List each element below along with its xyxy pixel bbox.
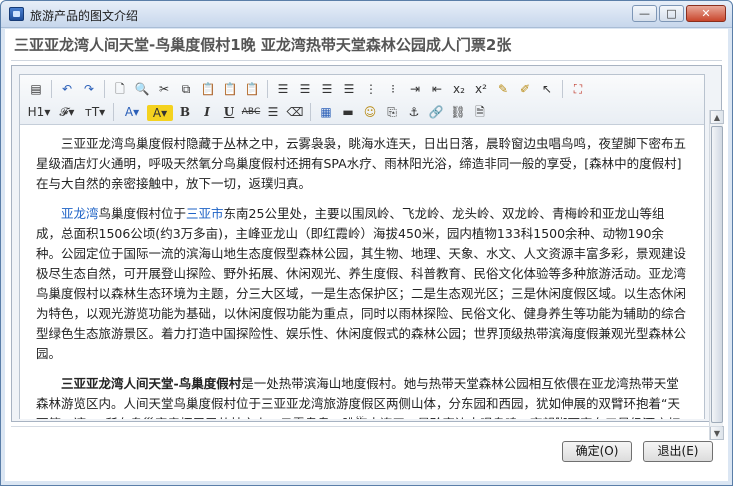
line-height-icon[interactable]: ☰	[263, 102, 283, 122]
ordered-list-icon[interactable]: ⋮	[361, 79, 381, 99]
remove-format-icon[interactable]: ⌫	[285, 102, 305, 122]
editor-toolbar: ▤ ↶ ↷ 🗋 🔍 ✂ ⧉ 📋 📋 📋 ☰ ☰ ☰ ☰ ⋮ ⁝ ⇥ ⇤ x₂ x² ✎ ✐ ↖ ⛶ H1▾ 𝓕▾ тT▾ A▾ A▾ B…	[20, 75, 704, 125]
align-left-icon[interactable]: ☰	[273, 79, 293, 99]
editor-scrollbar[interactable]: ▲ ▼	[709, 110, 724, 440]
anchor-icon[interactable]: ⚓	[404, 102, 424, 122]
paragraph-2-text-b: 东南25公里处，主要以围凤岭、飞龙岭、龙头岭、双龙岭、青梅岭和亚龙山等组成，总面…	[36, 206, 687, 361]
minimize-button[interactable]: —	[632, 5, 657, 22]
paste-icon[interactable]: 📋	[198, 79, 218, 99]
exit-button[interactable]: 退出(E)	[643, 441, 713, 462]
toolbar-separator	[562, 80, 563, 98]
ok-button[interactable]: 确定(O)	[562, 441, 632, 462]
window-controls: — □ ✕	[632, 5, 726, 22]
document-body: 三亚亚龙湾鸟巢度假村隐藏于丛林之中，云雾袅袅，眺海水连天，日出日落，晨聆窗边虫唱…	[36, 134, 686, 419]
paste-text-icon[interactable]: 📋	[220, 79, 240, 99]
new-document-icon[interactable]: 🗋	[110, 79, 130, 99]
dialog-window: 旅游产品的图文介绍 — □ ✕ 三亚亚龙湾人间天堂-鸟巢度假村1晚 亚龙湾热带天…	[0, 0, 733, 486]
title-bar[interactable]: 旅游产品的图文介绍 — □ ✕	[1, 1, 732, 28]
source-icon[interactable]: ▤	[26, 79, 46, 99]
preview-icon[interactable]: 🔍	[132, 79, 152, 99]
toolbar-separator	[267, 80, 268, 98]
toolbar-separator	[310, 103, 311, 121]
maximize-button[interactable]: □	[659, 5, 684, 22]
outdent-icon[interactable]: ⇤	[427, 79, 447, 99]
underline-icon[interactable]: U	[219, 102, 239, 122]
rich-text-editor: ▤ ↶ ↷ 🗋 🔍 ✂ ⧉ 📋 📋 📋 ☰ ☰ ☰ ☰ ⋮ ⁝ ⇥ ⇤ x₂ x² ✎ ✐ ↖ ⛶ H1▾ 𝓕▾ тT▾ A▾ A▾ B…	[19, 74, 705, 421]
horizontal-rule-icon[interactable]: ▬	[338, 102, 358, 122]
dialog-client-area: 三亚亚龙湾人间天堂-鸟巢度假村1晚 亚龙湾热带天堂森林公园成人门票2张 ▤ ↶ ↷ 🗋…	[5, 29, 728, 481]
subscript-icon[interactable]: x₂	[449, 79, 469, 99]
italic-icon[interactable]: I	[197, 102, 217, 122]
format-brush-icon[interactable]: ✐	[515, 79, 535, 99]
scroll-down-icon[interactable]: ▼	[710, 426, 724, 440]
unordered-list-icon[interactable]: ⁝	[383, 79, 403, 99]
minimize-icon: —	[639, 7, 650, 20]
align-right-icon[interactable]: ☰	[317, 79, 337, 99]
rich-text-editor-panel: ▤ ↶ ↷ 🗋 🔍 ✂ ⧉ 📋 📋 📋 ☰ ☰ ☰ ☰ ⋮ ⁝ ⇥ ⇤ x₂ x² ✎ ✐ ↖ ⛶ H1▾ 𝓕▾ тT▾ A▾ A▾ B…	[11, 65, 724, 440]
emoticon-icon[interactable]: ☺	[360, 102, 380, 122]
clear-format-icon[interactable]: ✎	[493, 79, 513, 99]
toolbar-separator	[51, 80, 52, 98]
paste-word-icon[interactable]: 📋	[242, 79, 262, 99]
page-break-icon[interactable]: ⎘	[382, 102, 402, 122]
strikethrough-icon[interactable]: ABC	[241, 102, 261, 122]
paragraph-2: 亚龙湾鸟巢度假村位于三亚市东南25公里处，主要以围凤岭、飞龙岭、龙头岭、双龙岭、…	[36, 204, 686, 364]
paragraph-3-bold: 三亚亚龙湾人间天堂-鸟巢度假村	[61, 376, 242, 391]
link-yalongwan[interactable]: 亚龙湾	[61, 206, 99, 221]
app-icon	[9, 7, 24, 21]
toolbar-separator	[113, 103, 114, 121]
footer-divider	[11, 426, 722, 427]
cut-icon[interactable]: ✂	[154, 79, 174, 99]
table-icon[interactable]: ▦	[316, 102, 336, 122]
redo-icon[interactable]: ↷	[79, 79, 99, 99]
close-button[interactable]: ✕	[686, 5, 726, 22]
link-icon[interactable]: 🔗	[426, 102, 446, 122]
close-icon: ✕	[701, 7, 711, 20]
toolbar-row-1: ▤ ↶ ↷ 🗋 🔍 ✂ ⧉ 📋 📋 📋 ☰ ☰ ☰ ☰ ⋮ ⁝ ⇥ ⇤ x₂ x² ✎ ✐ ↖ ⛶	[26, 78, 588, 100]
undo-icon[interactable]: ↶	[57, 79, 77, 99]
font-family-dropdown[interactable]: 𝓕▾	[54, 102, 80, 122]
paragraph-1: 三亚亚龙湾鸟巢度假村隐藏于丛林之中，云雾袅袅，眺海水连天，日出日落，晨聆窗边虫唱…	[36, 136, 687, 191]
toolbar-row-2: H1▾ 𝓕▾ тT▾ A▾ A▾ B I U ABC ☰ ⌫ ▦ ▬ ☺ ⎘ ⚓ 🔗 ⛓ 🗎	[26, 101, 490, 123]
paragraph-2-text-a: 鸟巢度假村位于	[98, 206, 187, 221]
editor-content-area[interactable]: 三亚亚龙湾鸟巢度假村隐藏于丛林之中，云雾袅袅，眺海水连天，日出日落，晨聆窗边虫唱…	[20, 126, 704, 419]
scrollbar-thumb[interactable]	[711, 126, 723, 423]
heading-dropdown[interactable]: H1▾	[26, 102, 52, 122]
highlight-color-icon[interactable]: A▾	[147, 104, 173, 121]
bold-icon[interactable]: B	[175, 102, 195, 122]
align-justify-icon[interactable]: ☰	[339, 79, 359, 99]
editor-resize-grip[interactable]: ⋯	[352, 413, 368, 421]
maximize-icon: □	[666, 7, 677, 20]
indent-icon[interactable]: ⇥	[405, 79, 425, 99]
unlink-icon[interactable]: ⛓	[448, 102, 468, 122]
select-all-icon[interactable]: ↖	[537, 79, 557, 99]
copy-icon[interactable]: ⧉	[176, 79, 196, 99]
superscript-icon[interactable]: x²	[471, 79, 491, 99]
file-icon[interactable]: 🗎	[470, 102, 490, 122]
fullscreen-icon[interactable]: ⛶	[568, 79, 588, 99]
window-title: 旅游产品的图文介绍	[30, 9, 139, 23]
product-title: 三亚亚龙湾人间天堂-鸟巢度假村1晚 亚龙湾热带天堂森林公园成人门票2张	[14, 36, 512, 54]
scroll-up-icon[interactable]: ▲	[710, 110, 724, 124]
link-sanya[interactable]: 三亚市	[186, 206, 224, 221]
font-size-dropdown[interactable]: тT▾	[82, 102, 108, 122]
align-center-icon[interactable]: ☰	[295, 79, 315, 99]
title-divider	[11, 60, 722, 61]
font-color-icon[interactable]: A▾	[119, 102, 145, 122]
toolbar-separator	[104, 80, 105, 98]
